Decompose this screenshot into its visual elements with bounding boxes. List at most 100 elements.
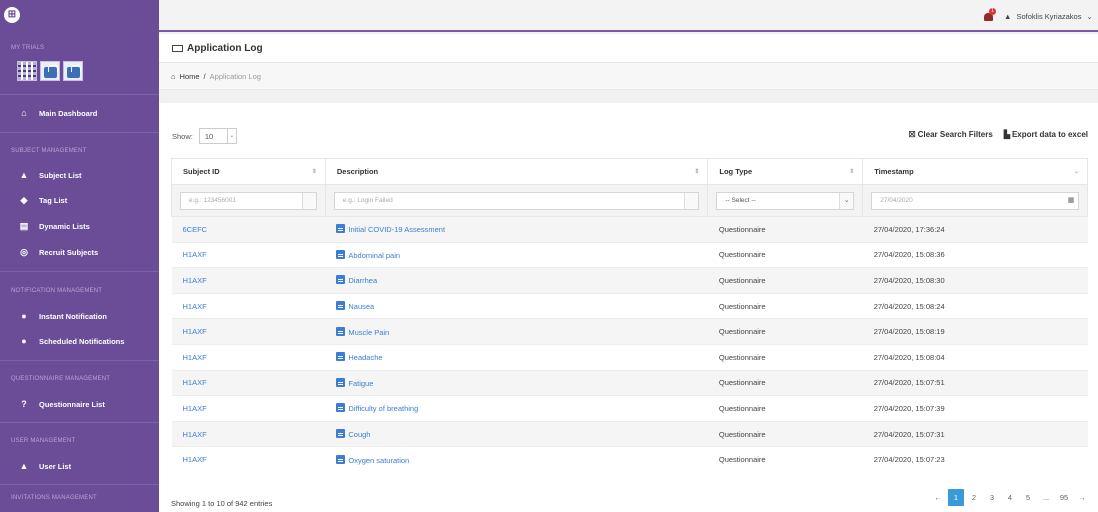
timestamp-filter[interactable]: 27/04/2020 ▦ [871, 191, 1079, 210]
show-label: Show: [172, 131, 193, 141]
nav-subject-list[interactable]: ▲ Subject List [19, 170, 82, 180]
divider [0, 94, 159, 95]
page-button[interactable]: 2 [966, 489, 982, 506]
user-menu[interactable]: ▲ Sofoklis Kyriazakos ⌄ [1004, 12, 1093, 21]
trial-grid-icon[interactable] [17, 61, 37, 81]
subject-id-link[interactable]: H1AXF [183, 404, 207, 413]
description-link[interactable]: Oxygen saturation [348, 456, 409, 465]
page-size-control: Show: 10 ⌄ [172, 128, 237, 144]
sort-icon: ⇕ [694, 169, 700, 175]
page-size-select[interactable]: 10 ⌄ [198, 128, 237, 144]
user-icon: ▲ [1004, 12, 1012, 21]
breadcrumb-current: Application Log [209, 72, 261, 81]
nav-scheduled-notifications[interactable]: ● Scheduled Notifications [19, 336, 124, 346]
log-type-cell: Questionnaire [707, 446, 863, 473]
breadcrumb-home[interactable]: Home [180, 72, 200, 81]
nav-user-list[interactable]: ▲ User List [19, 461, 72, 471]
prev-page-button[interactable]: ← [930, 489, 946, 506]
description-link[interactable]: Nausea [348, 302, 374, 311]
subject-id-link[interactable]: H1AXF [183, 250, 207, 259]
subject-id-link[interactable]: H1AXF [183, 276, 207, 285]
nav-questionnaire-list[interactable]: ? Questionnaire List [19, 399, 105, 409]
description-link[interactable]: Diarrhea [348, 276, 377, 285]
column-header-timestamp[interactable]: Timestamp ⌄ [862, 158, 1088, 185]
user-name: Sofoklis Kyriazakos [1016, 12, 1082, 21]
page-button[interactable]: 95 [1056, 489, 1072, 506]
nav-label: Tag List [39, 196, 68, 205]
sort-icon: ⇕ [311, 169, 317, 175]
description-link[interactable]: Fatigue [348, 379, 373, 388]
subject-id-cell: H1AXF [171, 446, 326, 473]
divider [0, 360, 159, 361]
subject-id-cell: 6CEFC [171, 216, 326, 243]
divider [0, 422, 159, 423]
log-type-cell: Questionnaire [707, 292, 863, 319]
section-my-trials: MY TRIALS [11, 45, 45, 51]
document-icon [336, 326, 346, 336]
sort-icon: ⇕ [849, 169, 855, 175]
clear-filters-button[interactable]: ☒ Clear Search Filters [908, 130, 992, 139]
description-link[interactable]: Headache [348, 353, 382, 362]
column-header-subject-id[interactable]: Subject ID ⇕ [171, 158, 326, 185]
question-icon: ? [21, 399, 27, 409]
breadcrumb-separator: / [203, 72, 206, 81]
timestamp-cell: 27/04/2020, 15:07:23 [862, 446, 1088, 473]
subject-id-link[interactable]: H1AXF [183, 430, 207, 439]
export-excel-label: Export data to excel [1011, 130, 1088, 139]
subject-id-link[interactable]: H1AXF [183, 302, 207, 311]
chevron-down-icon: ⌄ [1086, 12, 1093, 21]
nav-recruit-subjects[interactable]: ◎ Recruit Subjects [19, 247, 98, 258]
log-type-filter[interactable]: -- Select -- ⌄ [716, 191, 855, 210]
page-button[interactable]: 3 [984, 489, 1000, 506]
subject-id-link[interactable]: H1AXF [183, 327, 207, 336]
page-button[interactable]: 5 [1020, 489, 1036, 506]
description-link[interactable]: Abdominal pain [348, 251, 400, 260]
trial-bag-icon[interactable] [63, 61, 83, 81]
table-row: H1AXF Cough Questionnaire 27/04/2020, 15:07… [171, 420, 1088, 447]
subject-id-cell: H1AXF [171, 343, 326, 371]
description-filter[interactable]: e.g.: Login Failed [333, 191, 700, 210]
subject-id-link[interactable]: 6CEFC [183, 225, 208, 234]
breadcrumb: ⌂ Home / Application Log [171, 72, 261, 81]
nav-instant-notification[interactable]: ● Instant Notification [19, 311, 107, 321]
document-icon [336, 224, 346, 234]
nav-label: Instant Notification [39, 311, 107, 321]
nav-label: User List [39, 461, 72, 471]
column-header-description[interactable]: Description ⇕ [324, 158, 709, 185]
nav-tag-list[interactable]: ◆ Tag List [19, 195, 68, 206]
subject-id-cell: H1AXF [171, 292, 326, 319]
nav-main-dashboard[interactable]: ⌂ Main Dashboard [19, 108, 97, 118]
document-icon [336, 429, 346, 439]
log-type-cell: Questionnaire [707, 395, 863, 422]
subject-id-filter[interactable]: e.g.: 123456001 [180, 191, 317, 210]
chat-icon: ● [21, 311, 27, 321]
nav-dynamic-lists[interactable]: ▤ Dynamic Lists [19, 221, 90, 232]
log-panel: Show: 10 ⌄ ☒ Clear Search Filters ▙ Expo… [159, 103, 1098, 512]
subject-id-cell: H1AXF [171, 395, 326, 422]
description-cell: Muscle Pain [325, 318, 708, 345]
top-bar: 1 ▲ Sofoklis Kyriazakos ⌄ [159, 0, 1098, 32]
calendar-icon[interactable]: ▦ [1064, 192, 1078, 209]
column-header-log-type[interactable]: Log Type ⇕ [707, 158, 864, 185]
app-logo-icon[interactable]: ⊞ [4, 7, 20, 23]
next-page-button[interactable]: → [1074, 489, 1090, 506]
comment-icon: ● [21, 336, 27, 346]
page-button[interactable]: 1 [948, 489, 964, 506]
description-link[interactable]: Difficulty of breathing [348, 404, 418, 413]
description-link[interactable]: Cough [348, 430, 370, 439]
subject-id-link[interactable]: H1AXF [183, 378, 207, 387]
page-button[interactable]: 4 [1002, 489, 1018, 506]
timestamp-cell: 27/04/2020, 15:08:24 [862, 292, 1088, 319]
clear-filter-icon: ☒ [908, 130, 916, 139]
nav-label: Questionnaire List [39, 399, 105, 409]
log-type-cell: Questionnaire [707, 241, 863, 268]
chevron-down-icon: ⌄ [226, 129, 236, 143]
subject-id-link[interactable]: H1AXF [183, 353, 207, 362]
subject-id-link[interactable]: H1AXF [183, 455, 207, 464]
home-icon: ⌂ [171, 72, 176, 81]
export-excel-button[interactable]: ▙ Export data to excel [1004, 130, 1088, 139]
trial-bag-icon[interactable] [40, 61, 60, 81]
description-link[interactable]: Initial COVID-19 Assessment [348, 225, 445, 234]
notification-bell-icon[interactable]: 1 [983, 8, 996, 22]
description-link[interactable]: Muscle Pain [348, 328, 389, 337]
